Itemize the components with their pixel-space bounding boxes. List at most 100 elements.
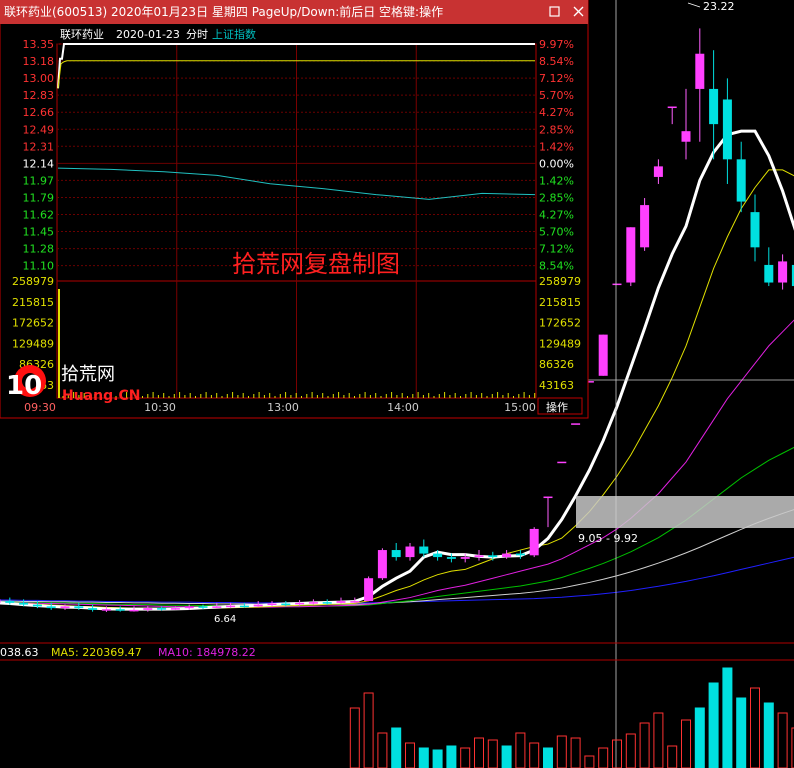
ma-partial-label: 038.63 — [0, 646, 39, 659]
candle — [653, 159, 663, 184]
range-annotation: 9.05 - 9.92 — [578, 532, 638, 545]
logo-text-en: Huang.CN — [62, 388, 140, 404]
price-tick: 11.62 — [23, 209, 55, 222]
candle — [529, 527, 539, 558]
pct-tick: 8.54% — [539, 260, 574, 273]
volume-tick: 172652 — [539, 317, 581, 330]
candle — [681, 88, 691, 160]
volume-bar — [722, 667, 733, 768]
volume-bar — [598, 747, 609, 768]
subheader-mode: 分时 — [186, 28, 208, 41]
price-tick: 13.00 — [23, 72, 55, 85]
volume-bar — [363, 692, 374, 768]
pct-tick: 2.85% — [539, 123, 574, 136]
volume-tick: 258979 — [539, 275, 581, 288]
volume-bar — [708, 682, 719, 768]
volume-bar — [377, 732, 388, 768]
volume-tick: 86326 — [539, 358, 574, 371]
low-annotation: 6.64 — [214, 614, 236, 625]
time-tick: 10:30 — [144, 401, 176, 414]
pct-tick: 7.12% — [539, 72, 574, 85]
volume-tick: 215815 — [539, 296, 581, 309]
price-tick: 11.97 — [23, 174, 55, 187]
volume-tick: 129489 — [12, 337, 54, 350]
volume-bar — [694, 707, 705, 768]
price-tick: 13.18 — [23, 55, 55, 68]
price-range-box — [576, 496, 794, 528]
pct-tick: 4.27% — [539, 209, 574, 222]
candle — [750, 194, 760, 262]
price-tick: 11.28 — [23, 243, 55, 256]
logo-number: 10 — [6, 371, 42, 401]
volume-bar — [529, 742, 540, 768]
volume-bar — [474, 737, 484, 768]
volume-bar — [556, 735, 567, 768]
watermark: 拾荒网复盘制图 — [232, 250, 400, 278]
candle — [143, 606, 153, 612]
candle — [736, 141, 746, 213]
price-tick: 12.83 — [23, 89, 55, 102]
price-tick: 12.49 — [23, 123, 55, 136]
popup-title: 联环药业(600513) 2020年01月23日 星期四 PageUp/Down… — [4, 4, 443, 19]
volume-bar — [763, 702, 774, 768]
candle — [640, 198, 650, 251]
pct-tick: 8.54% — [539, 55, 574, 68]
volume-bar — [777, 712, 788, 768]
volume-ma10-label: MA10: 184978.22 — [158, 646, 256, 659]
volume-bar — [750, 687, 760, 768]
volume-bar — [736, 697, 747, 768]
pct-tick: 0.00% — [539, 157, 574, 170]
volume-bar — [639, 722, 650, 768]
price-tick: 12.66 — [23, 106, 55, 119]
volume-tick: 43163 — [539, 379, 574, 392]
volume-tick: 215815 — [12, 296, 54, 309]
volume-bar — [418, 747, 429, 768]
candle — [391, 543, 401, 561]
price-tick: 11.45 — [23, 226, 55, 239]
candle — [88, 604, 98, 612]
candle — [695, 28, 705, 142]
price-tick: 11.79 — [23, 191, 55, 204]
candle — [557, 461, 567, 464]
price-tick: 12.31 — [23, 140, 55, 153]
pct-tick: 4.27% — [539, 106, 574, 119]
candle — [778, 254, 788, 290]
price-tick: 13.35 — [23, 38, 55, 51]
volume-bar — [446, 745, 457, 768]
subheader-index[interactable]: 上证指数 — [212, 27, 256, 41]
candle — [0, 599, 1, 603]
candle — [377, 548, 387, 580]
candle — [571, 423, 581, 425]
pct-tick: 7.12% — [539, 243, 574, 256]
volume-bar — [432, 749, 443, 768]
time-tick: 09:30 — [24, 401, 56, 414]
volume-bar — [653, 712, 664, 768]
logo-text-cn: 拾荒网 — [61, 364, 115, 385]
candle — [488, 551, 498, 561]
volume-bar — [487, 739, 498, 768]
volume-ma5-label: MA5: 220369.47 — [51, 646, 142, 659]
candle — [598, 334, 608, 376]
volume-bar — [543, 747, 553, 768]
pct-tick: 2.85% — [539, 191, 574, 204]
intraday-popup: 联环药业(600513) 2020年01月23日 星期四 PageUp/Down… — [0, 0, 589, 419]
volume-bar — [667, 745, 678, 768]
price-tick: 11.10 — [23, 260, 55, 273]
pct-tick: 1.42% — [539, 140, 574, 153]
pct-tick: 5.70% — [539, 89, 574, 102]
volume-bar — [612, 739, 622, 768]
volume-bar — [625, 733, 636, 768]
volume-bar — [460, 747, 471, 768]
candle — [543, 496, 553, 528]
pct-tick: 1.42% — [539, 174, 574, 187]
candle — [764, 247, 774, 287]
volume-bars — [349, 667, 794, 768]
volume-bar — [584, 755, 595, 768]
candle — [722, 78, 732, 184]
candle — [626, 227, 636, 287]
volume-bar — [391, 727, 402, 768]
volume-bar — [681, 719, 691, 768]
subheader-date: 2020-01-23 — [116, 28, 180, 41]
pct-tick: 5.70% — [539, 226, 574, 239]
daily-kline-chart: 9.05 - 9.92 23.22 6.64 038.63 MA5: 22036… — [0, 0, 794, 768]
